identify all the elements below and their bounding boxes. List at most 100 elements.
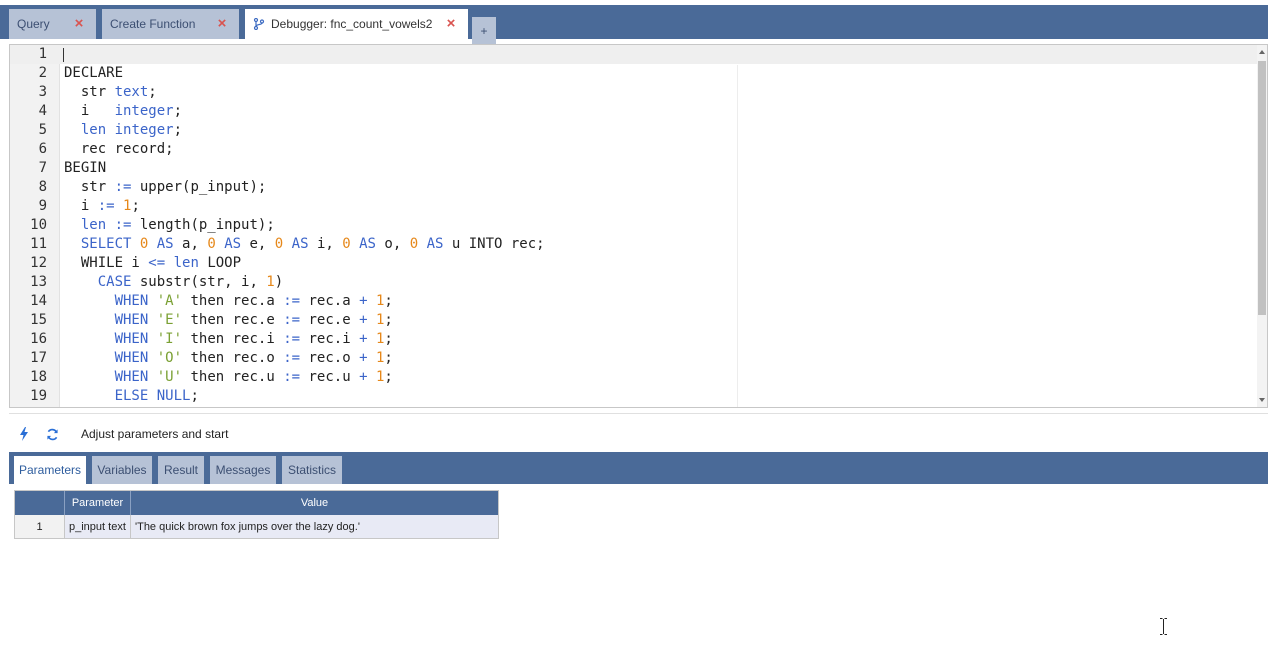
line-number[interactable]: 14 <box>10 292 47 311</box>
code-editor[interactable]: 1 2 DECLARE 3 str text; 4 i integer; 5 len in… <box>9 44 1268 408</box>
syntax-token <box>64 331 115 347</box>
table-row[interactable]: 1 p_input text 'The quick brown fox jump… <box>15 515 498 538</box>
code-text[interactable]: WHEN 'I' then rec.i := rec.i + 1; <box>64 330 393 349</box>
syntax-token-kw: AS <box>156 236 174 252</box>
parameter-value-cell[interactable]: 'The quick brown fox jumps over the lazy… <box>131 515 498 538</box>
syntax-token <box>148 293 156 309</box>
syntax-token-kw: len <box>80 122 107 138</box>
line-number[interactable]: 11 <box>10 235 47 254</box>
syntax-token: BEGIN <box>64 160 107 176</box>
scroll-up-arrow[interactable] <box>1259 50 1265 54</box>
code-text[interactable]: i := 1; <box>64 197 140 216</box>
code-text[interactable]: WHILE i <= len LOOP <box>64 254 241 273</box>
code-line[interactable]: 12 WHILE i <= len LOOP <box>10 254 1258 273</box>
line-number[interactable]: 17 <box>10 349 47 368</box>
code-line[interactable]: 8 str := upper(p_input); <box>10 178 1258 197</box>
code-text[interactable]: rec record; <box>64 140 174 159</box>
close-icon[interactable]: × <box>73 16 85 31</box>
line-number[interactable]: 8 <box>10 178 47 197</box>
code-text[interactable]: SELECT 0 AS a, 0 AS e, 0 AS i, 0 AS o, 0… <box>64 235 545 254</box>
line-number[interactable]: 12 <box>10 254 47 273</box>
code-line[interactable]: 3 str text; <box>10 83 1258 102</box>
code-line[interactable]: 13 CASE substr(str, i, 1) <box>10 273 1258 292</box>
code-line[interactable]: 10 len := length(p_input); <box>10 216 1258 235</box>
restart-debug-button[interactable] <box>38 421 66 447</box>
code-text[interactable]: WHEN 'A' then rec.a := rec.a + 1; <box>64 292 393 311</box>
code-line[interactable]: 17 WHEN 'O' then rec.o := rec.o + 1; <box>10 349 1258 368</box>
syntax-token <box>368 312 376 328</box>
syntax-token-kw: + <box>359 312 368 328</box>
branch-icon <box>253 18 265 30</box>
syntax-token-kw: AS <box>426 236 444 252</box>
code-line[interactable]: 2 DECLARE <box>10 64 1258 83</box>
line-number[interactable]: 5 <box>10 121 47 140</box>
code-text[interactable]: i integer; <box>64 102 182 121</box>
syntax-token-num: 0 <box>207 236 216 252</box>
tab-debugger[interactable]: Debugger: fnc_count_vowels2 × <box>245 9 468 39</box>
code-line[interactable]: 1 <box>10 45 1258 64</box>
code-line[interactable]: 5 len integer; <box>10 121 1258 140</box>
syntax-token <box>148 312 156 328</box>
line-number[interactable]: 9 <box>10 197 47 216</box>
parameter-column-header[interactable]: Parameter <box>65 491 131 515</box>
line-number[interactable]: 4 <box>10 102 47 121</box>
tab-create-function[interactable]: Create Function × <box>102 9 239 39</box>
start-debug-button[interactable] <box>10 421 38 447</box>
syntax-token-str: 'I' <box>156 331 183 347</box>
editor-scrollbar[interactable] <box>1257 45 1267 407</box>
tab-result[interactable]: Result <box>158 456 204 484</box>
syntax-token-kw: := <box>283 331 301 347</box>
syntax-token: then rec.i <box>182 331 284 347</box>
code-line[interactable]: 15 WHEN 'E' then rec.e := rec.e + 1; <box>10 311 1258 330</box>
code-line[interactable]: 16 WHEN 'I' then rec.i := rec.i + 1; <box>10 330 1258 349</box>
line-number[interactable]: 15 <box>10 311 47 330</box>
code-text[interactable]: str text; <box>64 83 157 102</box>
tab-messages[interactable]: Messages <box>210 456 276 484</box>
tab-query[interactable]: Query × <box>9 9 96 39</box>
code-line[interactable]: 18 WHEN 'U' then rec.u := rec.u + 1; <box>10 368 1258 387</box>
line-number[interactable]: 16 <box>10 330 47 349</box>
tab-statistics[interactable]: Statistics <box>282 456 342 484</box>
close-icon[interactable]: × <box>216 16 228 31</box>
syntax-token: ; <box>190 388 199 404</box>
code-text[interactable]: ELSE NULL; <box>64 387 199 406</box>
code-text[interactable]: DECLARE <box>64 64 123 83</box>
code-text[interactable]: BEGIN <box>64 159 106 178</box>
line-number[interactable]: 13 <box>10 273 47 292</box>
code-text[interactable]: str := upper(p_input); <box>64 178 266 197</box>
tab-parameters[interactable]: Parameters <box>14 456 86 484</box>
code-text[interactable]: len integer; <box>64 121 182 140</box>
code-text[interactable]: WHEN 'U' then rec.u := rec.u + 1; <box>64 368 393 387</box>
code-text[interactable]: WHEN 'E' then rec.e := rec.e + 1; <box>64 311 393 330</box>
line-number[interactable]: 1 <box>10 45 47 64</box>
line-number[interactable]: 19 <box>10 387 47 406</box>
code-line[interactable]: 19 ELSE NULL; <box>10 387 1258 406</box>
code-line[interactable]: 4 i integer; <box>10 102 1258 121</box>
code-text[interactable]: len := length(p_input); <box>64 216 275 235</box>
syntax-token: then rec.u <box>182 369 284 385</box>
scroll-down-arrow[interactable] <box>1259 398 1265 402</box>
tab-variables[interactable]: Variables <box>92 456 152 484</box>
line-number[interactable]: 6 <box>10 140 47 159</box>
line-number[interactable]: 10 <box>10 216 47 235</box>
code-text[interactable]: CASE substr(str, i, 1) <box>64 273 283 292</box>
code-text[interactable]: WHEN 'O' then rec.o := rec.o + 1; <box>64 349 393 368</box>
value-column-header[interactable]: Value <box>131 491 498 515</box>
line-number[interactable]: 3 <box>10 83 47 102</box>
code-line[interactable]: 6 rec record; <box>10 140 1258 159</box>
syntax-token: e, <box>241 236 275 252</box>
scrollbar-thumb[interactable] <box>1258 61 1266 315</box>
code-line[interactable]: 14 WHEN 'A' then rec.a := rec.a + 1; <box>10 292 1258 311</box>
close-icon[interactable]: × <box>445 16 457 31</box>
new-tab-button[interactable]: + <box>472 17 496 44</box>
code-line[interactable]: 7 BEGIN <box>10 159 1258 178</box>
line-number[interactable]: 7 <box>10 159 47 178</box>
line-number[interactable]: 2 <box>10 64 47 83</box>
line-number[interactable]: 18 <box>10 368 47 387</box>
syntax-token-kw: len <box>80 217 107 233</box>
syntax-token-kw: + <box>359 293 368 309</box>
code-line[interactable]: 9 i := 1; <box>10 197 1258 216</box>
code-line[interactable]: 11 SELECT 0 AS a, 0 AS e, 0 AS i, 0 AS o… <box>10 235 1258 254</box>
syntax-token: WHILE i <box>64 255 149 271</box>
panel-splitter[interactable] <box>9 413 1268 414</box>
